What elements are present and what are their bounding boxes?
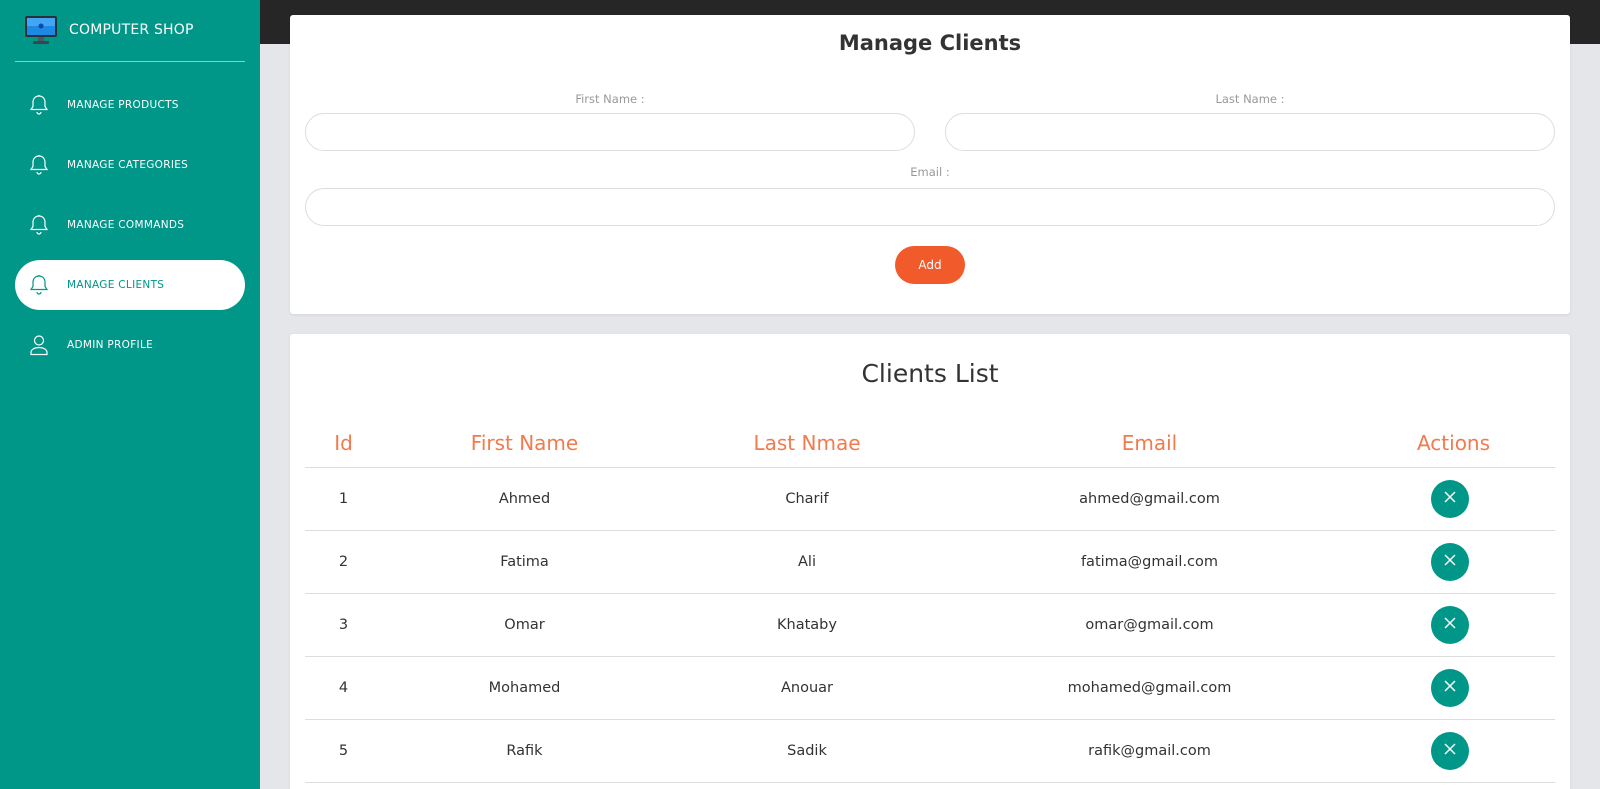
cell-last-name: Ali: [667, 530, 947, 594]
cell-email: mohamed@gmail.com: [947, 656, 1352, 720]
brand-title: COMPUTER SHOP: [69, 22, 194, 38]
close-icon: [1443, 742, 1457, 759]
cell-id: 3: [305, 593, 382, 657]
cell-id: 1: [305, 467, 382, 531]
cell-email: rafik@gmail.com: [947, 719, 1352, 783]
add-button[interactable]: Add: [895, 246, 965, 284]
delete-button[interactable]: [1430, 605, 1469, 644]
cell-last-name: Sadik: [667, 719, 947, 783]
sidebar-item-label: MANAGE PRODUCTS: [67, 99, 179, 111]
bell-icon: [28, 214, 50, 236]
last-name-label: Last Name :: [1215, 92, 1285, 106]
cell-id: 4: [305, 656, 382, 720]
list-title: Clients List: [861, 359, 999, 388]
close-icon: [1443, 490, 1457, 507]
column-header-first-name: First Name: [382, 419, 667, 468]
table-row: 3 Omar Khataby omar@gmail.com: [305, 593, 1555, 657]
table-row: 2 Fatima Ali fatima@gmail.com: [305, 530, 1555, 594]
sidebar: COMPUTER SHOP MANAGE PRODUCTS MANAGE CAT…: [0, 0, 260, 789]
cell-actions: [1352, 530, 1555, 594]
table-row: 4 Mohamed Anouar mohamed@gmail.com: [305, 656, 1555, 720]
sidebar-item-label: MANAGE CATEGORIES: [67, 159, 189, 171]
first-name-label: First Name :: [575, 92, 645, 106]
column-header-email: Email: [947, 419, 1352, 468]
close-icon: [1443, 616, 1457, 633]
cell-first-name: Fatima: [382, 530, 667, 594]
cell-email: fatima@gmail.com: [947, 530, 1352, 594]
cell-actions: [1352, 467, 1555, 531]
email-field[interactable]: [305, 188, 1555, 226]
column-header-last-name: Last Nmae: [667, 419, 947, 468]
table-row: 5 Rafik Sadik rafik@gmail.com: [305, 719, 1555, 783]
sidebar-item-manage-commands[interactable]: MANAGE COMMANDS: [15, 200, 245, 250]
client-form-card: Manage Clients First Name : Last Name : …: [290, 15, 1570, 314]
sidebar-nav: MANAGE PRODUCTS MANAGE CATEGORIES MANAGE…: [15, 80, 245, 380]
table-header-row: Id First Name Last Nmae Email Actions: [305, 419, 1555, 468]
cell-first-name: Rafik: [382, 719, 667, 783]
delete-button[interactable]: [1430, 731, 1469, 770]
monitor-icon: [24, 15, 58, 45]
delete-button[interactable]: [1430, 479, 1469, 518]
cell-email: ahmed@gmail.com: [947, 467, 1352, 531]
delete-button[interactable]: [1430, 668, 1469, 707]
cell-actions: [1352, 719, 1555, 783]
user-icon: [28, 334, 50, 356]
cell-first-name: Mohamed: [382, 656, 667, 720]
brand[interactable]: COMPUTER SHOP: [24, 14, 194, 46]
page-title: Manage Clients: [838, 31, 1022, 55]
last-name-field[interactable]: [945, 113, 1555, 151]
bell-icon: [28, 274, 50, 296]
sidebar-item-manage-products[interactable]: MANAGE PRODUCTS: [15, 80, 245, 130]
email-label: Email :: [910, 165, 950, 179]
sidebar-item-manage-categories[interactable]: MANAGE CATEGORIES: [15, 140, 245, 190]
clients-table: Id First Name Last Nmae Email Actions 1 …: [305, 419, 1555, 783]
cell-email: omar@gmail.com: [947, 593, 1352, 657]
close-icon: [1443, 553, 1457, 570]
sidebar-item-label: ADMIN PROFILE: [67, 339, 154, 351]
clients-list-card: Clients List Id First Name Last Nmae Ema…: [290, 334, 1570, 789]
column-header-actions: Actions: [1352, 419, 1555, 468]
cell-actions: [1352, 656, 1555, 720]
sidebar-item-label: MANAGE COMMANDS: [67, 219, 185, 231]
cell-last-name: Anouar: [667, 656, 947, 720]
cell-actions: [1352, 593, 1555, 657]
bell-icon: [28, 154, 50, 176]
delete-button[interactable]: [1430, 542, 1469, 581]
close-icon: [1443, 679, 1457, 696]
cell-last-name: Charif: [667, 467, 947, 531]
first-name-field[interactable]: [305, 113, 915, 151]
cell-first-name: Ahmed: [382, 467, 667, 531]
sidebar-item-label: MANAGE CLIENTS: [67, 279, 165, 291]
sidebar-item-admin-profile[interactable]: ADMIN PROFILE: [15, 320, 245, 370]
cell-id: 2: [305, 530, 382, 594]
column-header-id: Id: [305, 419, 382, 468]
sidebar-divider: [15, 61, 245, 62]
cell-id: 5: [305, 719, 382, 783]
cell-first-name: Omar: [382, 593, 667, 657]
table-row: 1 Ahmed Charif ahmed@gmail.com: [305, 467, 1555, 531]
cell-last-name: Khataby: [667, 593, 947, 657]
sidebar-item-manage-clients[interactable]: MANAGE CLIENTS: [15, 260, 245, 310]
bell-icon: [28, 94, 50, 116]
